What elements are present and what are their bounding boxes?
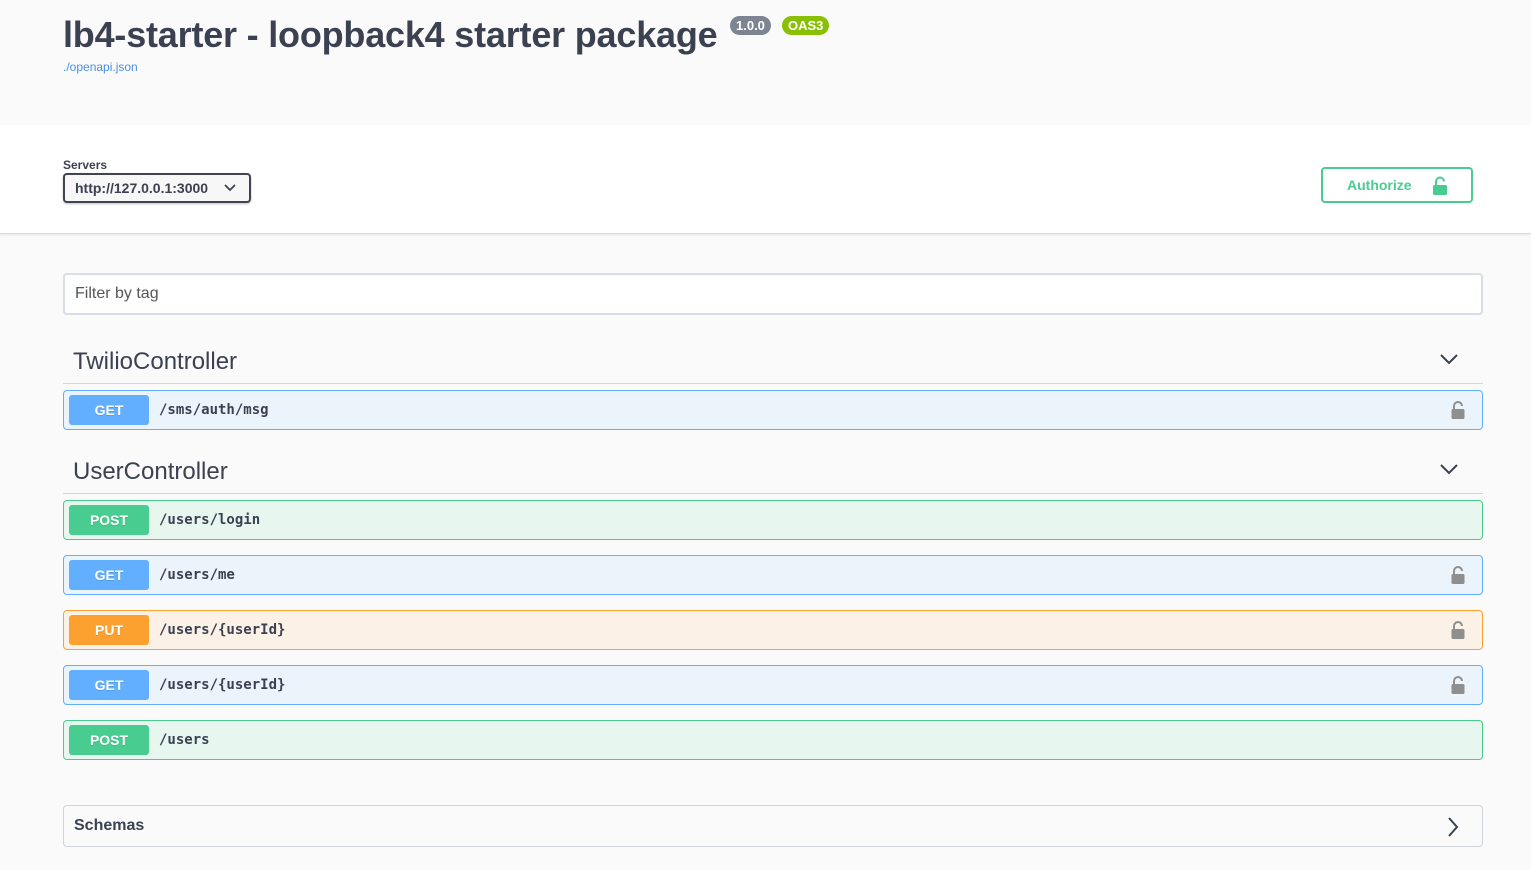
tag-name: UserController — [73, 458, 228, 485]
tag-header-twilio[interactable]: TwilioController — [63, 338, 1483, 384]
schemas-label: Schemas — [74, 817, 145, 834]
version-badge: 1.0.0 — [730, 16, 771, 35]
operation-path: /users/login — [159, 512, 261, 528]
servers-selected-value: http://127.0.0.1:3000 — [75, 180, 209, 196]
lock-icon[interactable] — [1451, 565, 1465, 585]
operation-path: /users/{userId} — [159, 677, 286, 693]
tag-header-user[interactable]: UserController — [63, 448, 1483, 494]
lock-icon[interactable] — [1451, 675, 1465, 695]
authorize-label: Authorize — [1347, 177, 1412, 193]
operation-put-users-userid[interactable]: PUT /users/{userId} — [63, 610, 1483, 650]
lock-icon[interactable] — [1451, 620, 1465, 640]
servers-label: Servers — [63, 158, 108, 172]
operation-path: /sms/auth/msg — [159, 402, 269, 418]
chevron-right-icon[interactable] — [1446, 816, 1460, 838]
chevron-down-icon[interactable] — [1439, 462, 1459, 476]
method-badge: GET — [69, 395, 149, 425]
operation-path: /users/me — [159, 567, 235, 583]
method-badge: POST — [69, 725, 149, 755]
operation-post-users[interactable]: POST /users — [63, 720, 1483, 760]
operation-path: /users — [159, 732, 210, 748]
api-title: lb4-starter - loopback4 starter package — [63, 14, 718, 55]
filter-input[interactable]: Filter by tag — [63, 273, 1483, 315]
method-badge: GET — [69, 560, 149, 590]
schemas-section[interactable]: Schemas — [63, 805, 1483, 847]
method-badge: GET — [69, 670, 149, 700]
scheme-container: Servers http://127.0.0.1:3000 Authorize — [0, 125, 1531, 234]
info-section: lb4-starter - loopback4 starter package … — [0, 0, 1531, 125]
chevron-down-icon[interactable] — [1439, 352, 1459, 366]
lock-icon[interactable] — [1451, 400, 1465, 420]
chevron-down-icon — [224, 184, 236, 192]
method-badge: PUT — [69, 615, 149, 645]
servers-select[interactable]: http://127.0.0.1:3000 — [63, 173, 251, 203]
method-badge: POST — [69, 505, 149, 535]
operation-get-users-me[interactable]: GET /users/me — [63, 555, 1483, 595]
filter-placeholder: Filter by tag — [75, 285, 159, 302]
operation-get-users-userid[interactable]: GET /users/{userId} — [63, 665, 1483, 705]
operation-get-sms-auth-msg[interactable]: GET /sms/auth/msg — [63, 390, 1483, 430]
oas-badge: OAS3 — [782, 16, 830, 35]
authorize-button[interactable]: Authorize — [1321, 167, 1473, 203]
tag-name: TwilioController — [73, 348, 238, 375]
operation-path: /users/{userId} — [159, 622, 286, 638]
spec-link[interactable]: ./openapi.json — [63, 60, 138, 74]
unlocked-icon — [1433, 176, 1447, 195]
operation-post-users-login[interactable]: POST /users/login — [63, 500, 1483, 540]
